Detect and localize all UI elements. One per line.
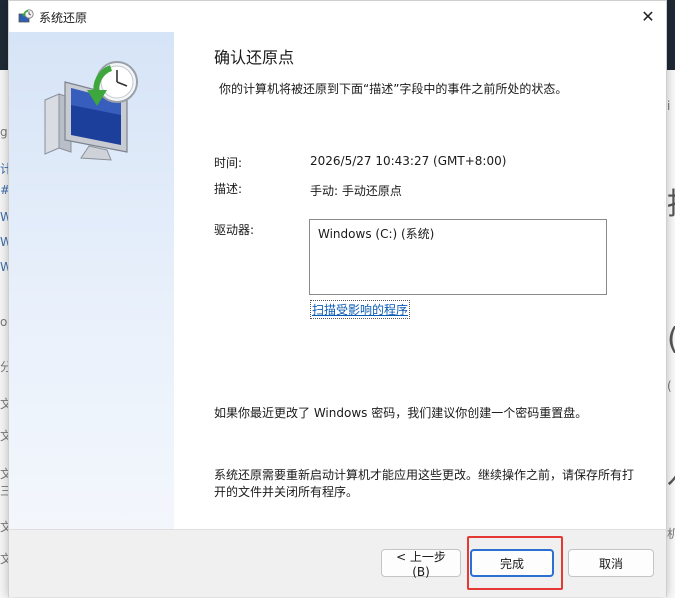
system-restore-monitor-clock-icon bbox=[44, 61, 138, 161]
page-title: 确认还原点 bbox=[214, 48, 295, 67]
description-value: 手动: 手动还原点 bbox=[310, 184, 402, 198]
title-bar[interactable]: 系统还原 ✕ bbox=[9, 1, 666, 32]
finish-button[interactable]: 完成 bbox=[470, 549, 554, 577]
bg-right-glyph: 机 bbox=[667, 527, 675, 541]
wizard-side-panel bbox=[9, 32, 174, 529]
password-reset-note: 如果你最近更改了 Windows 密码，我们建议你创建一个密码重置盘。 bbox=[214, 406, 588, 420]
list-item[interactable]: Windows (C:) (系统) bbox=[318, 225, 434, 242]
system-restore-icon bbox=[18, 9, 34, 23]
background-app-right-edge: 挡 i ( ( 亻 机 bbox=[666, 70, 675, 598]
wizard-content: 确认还原点 你的计算机将被还原到下面“描述”字段中的事件之前所处的状态。 时间:… bbox=[174, 32, 666, 529]
system-restore-dialog: 系统还原 ✕ 确认还原点 你的计算机将被还原到下面“描述”字段中的事件之前所处的… bbox=[8, 0, 667, 597]
window-title: 系统还原 bbox=[39, 11, 88, 25]
bg-right-glyph: ( bbox=[667, 325, 675, 355]
bg-right-glyph: 亻 bbox=[667, 470, 675, 500]
close-button[interactable]: ✕ bbox=[636, 5, 660, 27]
close-icon: ✕ bbox=[641, 6, 655, 26]
time-label: 时间: bbox=[214, 156, 243, 170]
bg-right-glyph: ( bbox=[667, 379, 672, 393]
wizard-footer: < 上一步(B) 完成 取消 bbox=[9, 529, 666, 597]
scan-affected-programs-link[interactable]: 扫描受影响的程序 bbox=[310, 300, 411, 319]
bg-right-glyph: 挡 bbox=[667, 190, 675, 220]
bg-left-glyph: o bbox=[0, 315, 8, 329]
cancel-button[interactable]: 取消 bbox=[568, 549, 654, 577]
back-button[interactable]: < 上一步(B) bbox=[381, 549, 461, 579]
time-value: 2026/5/27 10:43:27 (GMT+8:00) bbox=[310, 154, 507, 168]
drives-label: 驱动器: bbox=[214, 223, 255, 237]
drives-list[interactable]: Windows (C:) (系统) bbox=[309, 219, 607, 295]
restart-warning-note: 系统还原需要重新启动计算机才能应用这些更改。继续操作之前，请保存所有打开的文件并… bbox=[214, 468, 635, 499]
bg-right-glyph: i bbox=[667, 99, 671, 113]
page-description: 你的计算机将被还原到下面“描述”字段中的事件之前所处的状态。 bbox=[219, 82, 568, 96]
bg-left-glyph: g bbox=[0, 125, 8, 139]
description-label: 描述: bbox=[214, 182, 243, 196]
